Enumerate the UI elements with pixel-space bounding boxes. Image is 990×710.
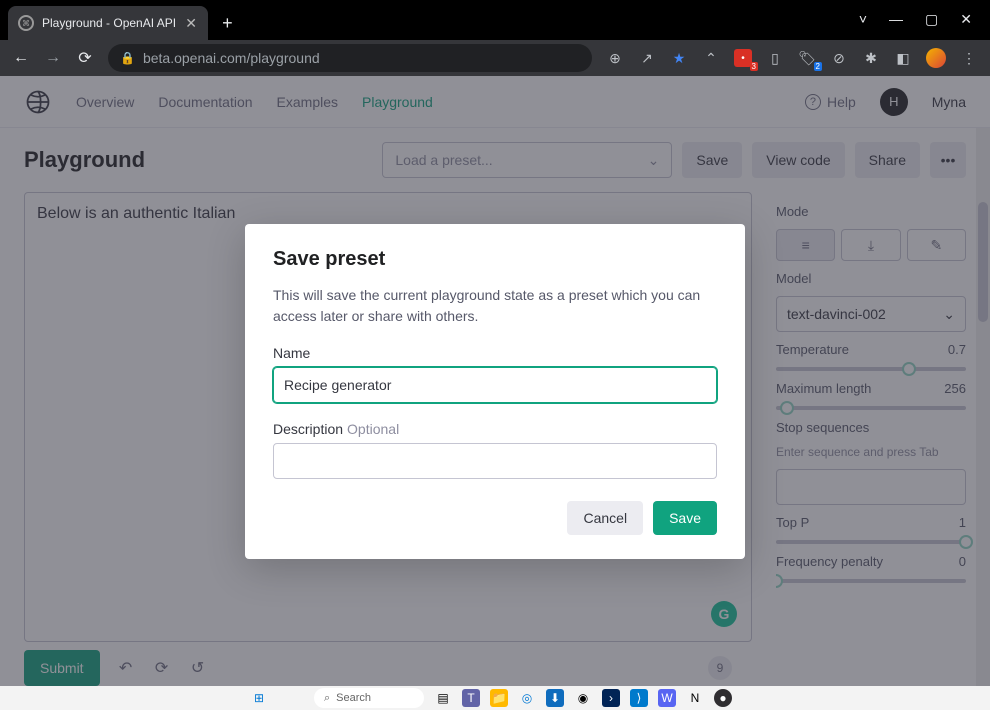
modal-overlay[interactable]: Save preset This will save the current p… [0,76,990,710]
browser-tab[interactable]: ⌘ Playground - OpenAI API ✕ [8,6,208,40]
extension-icons: ⊕ ↗ ★ ⌃ •3 ▯ 🏷2 ⊘ ✱ ◧ ⋮ [606,48,978,68]
address-field[interactable]: 🔒 beta.openai.com/playground [108,44,592,72]
windows-taskbar[interactable]: ⊞ ⌕Search ▤ T 📁 ◎ ⬇ ◉ › ⟩ W N ● [0,686,990,710]
preset-name-input[interactable] [273,367,717,403]
zoom-icon[interactable]: ⊕ [606,49,624,67]
window-dropdown-icon[interactable]: ˅ [859,11,867,28]
cancel-button[interactable]: Cancel [567,501,643,535]
store-icon[interactable]: ⬇ [546,689,564,707]
kebab-menu-icon[interactable]: ⋮ [960,49,978,67]
extension-tag-icon[interactable]: 🏷2 [798,49,816,67]
app-icon[interactable]: W [658,689,676,707]
browser-address-bar: ← → ⟳ 🔒 beta.openai.com/playground ⊕ ↗ ★… [0,40,990,76]
taskbar-search[interactable]: ⌕Search [314,688,424,708]
nav-back-icon[interactable]: ← [12,49,30,67]
window-minimize-icon[interactable]: — [889,11,903,28]
window-controls: ˅ — ▢ ✕ [859,11,990,40]
vscode-icon[interactable]: ⟩ [630,689,648,707]
modal-title: Save preset [273,248,717,271]
modal-save-button[interactable]: Save [653,501,717,535]
nav-forward-icon: → [44,49,62,67]
explorer-icon[interactable]: 📁 [490,689,508,707]
edge-icon[interactable]: ◎ [518,689,536,707]
preset-description-input[interactable] [273,443,717,479]
teams-icon[interactable]: T [462,689,480,707]
bookmark-star-icon[interactable]: ★ [670,49,688,67]
extension-red-icon[interactable]: •3 [734,49,752,67]
device-icon[interactable]: ▯ [766,49,784,67]
pocket-icon[interactable]: ⌃ [702,49,720,67]
taskview-icon[interactable]: ▤ [434,689,452,707]
desc-field-label: DescriptionOptional [273,421,717,437]
obs-icon[interactable]: ● [714,689,732,707]
window-titlebar: ⌘ Playground - OpenAI API ✕ + ˅ — ▢ ✕ [0,0,990,40]
sidepanel-icon[interactable]: ◧ [894,49,912,67]
modal-description: This will save the current playground st… [273,285,717,327]
chrome-icon[interactable]: ◉ [574,689,592,707]
start-icon[interactable]: ⊞ [250,689,268,707]
profile-avatar-icon[interactable] [926,48,946,68]
lock-icon: 🔒 [120,51,135,65]
window-close-icon[interactable]: ✕ [960,11,972,28]
save-preset-modal: Save preset This will save the current p… [245,224,745,559]
name-field-label: Name [273,345,717,361]
new-tab-button[interactable]: + [208,6,247,40]
search-icon: ⌕ [324,692,330,705]
share-page-icon[interactable]: ↗ [638,49,656,67]
window-maximize-icon[interactable]: ▢ [925,11,938,28]
notion-icon[interactable]: N [686,689,704,707]
url-text: beta.openai.com/playground [143,50,320,66]
tab-title: Playground - OpenAI API [42,16,176,30]
extensions-puzzle-icon[interactable]: ✱ [862,49,880,67]
nav-reload-icon[interactable]: ⟳ [76,49,94,67]
openai-favicon: ⌘ [18,15,34,31]
openai-app: Overview Documentation Examples Playgrou… [0,76,990,710]
tab-close-icon[interactable]: ✕ [184,16,198,30]
powershell-icon[interactable]: › [602,689,620,707]
block-icon[interactable]: ⊘ [830,49,848,67]
